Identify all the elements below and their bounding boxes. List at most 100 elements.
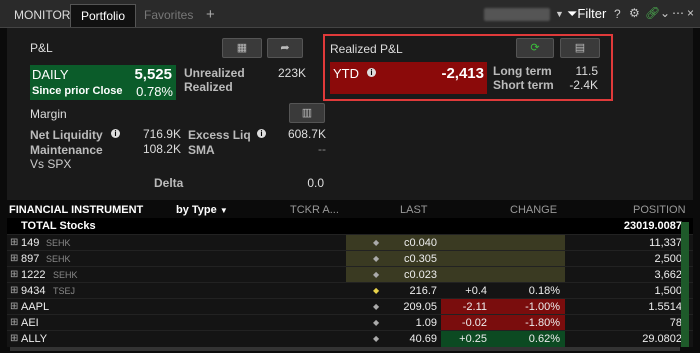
more-icon[interactable]: ⋯ (672, 6, 684, 20)
total-label: TOTAL Stocks (21, 220, 96, 232)
sma-label: SMA (188, 143, 215, 157)
account-selector[interactable] (484, 8, 550, 21)
last-price: 209.05 (403, 301, 437, 313)
maintenance-value: 108.2K (142, 142, 181, 156)
margin-details-icon[interactable]: ▥ (289, 103, 325, 123)
close-icon[interactable]: × (687, 6, 694, 20)
instrument-name: ALLY (21, 333, 48, 345)
ytd-label: YTD (333, 66, 359, 81)
export-icon[interactable]: ➦ (267, 38, 303, 58)
change-value: +0.25 (459, 333, 487, 345)
table-row[interactable]: ⊞ 149 SEHK ◆ c0.040 11,337 (7, 234, 693, 251)
expand-icon[interactable]: ⊞ (10, 267, 18, 283)
change-value: +0.4 (465, 285, 487, 297)
exchange-label: SEHK (53, 270, 78, 280)
calculator-icon[interactable]: ▤ (560, 38, 600, 58)
position-value: 11,337 (649, 237, 682, 249)
column-position[interactable]: POSITION (633, 204, 686, 218)
column-financial-instrument[interactable]: FINANCIAL INSTRUMENT (9, 204, 143, 218)
pnl-title: P&L (30, 41, 53, 55)
daily-label: DAILY (32, 67, 69, 82)
change-value (425, 235, 487, 251)
column-tckr[interactable]: TCKR A... (290, 204, 339, 218)
link-icon[interactable]: 🔗︎ (645, 6, 660, 20)
instrument-name: AEI (21, 317, 39, 329)
expand-icon[interactable]: ⊞ (10, 315, 18, 331)
by-type-dropdown[interactable]: by Type ▼ (176, 204, 228, 218)
since-prior-close-label: Since prior Close (32, 85, 123, 97)
expand-icon[interactable]: ⊞ (10, 235, 18, 251)
filter-label: Filter (577, 6, 607, 21)
tab-portfolio[interactable]: Portfolio (70, 4, 137, 27)
refresh-icon[interactable]: ⟳ (516, 38, 554, 58)
excess-liq-value: 608.7K (287, 127, 326, 141)
last-price: c0.040 (403, 237, 437, 249)
ytd-value: -2,413 (441, 65, 484, 82)
change-value (425, 267, 487, 283)
change-value: -0.02 (461, 317, 487, 329)
chevron-down-icon[interactable]: ▼ (555, 9, 564, 19)
position-value: 29.0802 (642, 333, 682, 345)
expand-icon[interactable]: ⊞ (10, 299, 18, 315)
tab-monitor[interactable]: MONITOR (4, 4, 80, 26)
total-row[interactable]: TOTAL Stocks 23019.0087 (7, 218, 693, 234)
tab-favorites[interactable]: Favorites (134, 4, 203, 26)
instrument-name: 149 (21, 237, 40, 249)
margin-title: Margin (30, 107, 67, 121)
delta-value: 0.0 (307, 176, 324, 190)
short-term-label: Short term (493, 78, 554, 92)
long-term-value: 11.5 (575, 64, 598, 78)
since-prior-close-value: 0.78% (136, 84, 173, 99)
by-type-label: by Type (176, 204, 217, 216)
help-button[interactable]: ? (614, 7, 621, 21)
total-position: 23019.0087 (623, 220, 682, 232)
position-value: 78 (669, 317, 682, 329)
filter-button[interactable]: ⏷Filter (567, 6, 606, 22)
table-row[interactable]: ⊞ AAPL ◆ 209.05 -2.11 -1.00% 1.5514 (7, 298, 693, 315)
table-row[interactable]: ⊞ 9434 TSEJ ◆ 216.7 +0.4 0.18% 1,500 (7, 282, 693, 299)
position-value: 2,500 (654, 253, 682, 265)
position-value: 1,500 (654, 285, 682, 297)
table-row[interactable]: ⊞ 897 SEHK ◆ c0.305 2,500 (7, 250, 693, 267)
add-tab-button[interactable]: + (206, 6, 215, 23)
vertical-scrollbar[interactable] (681, 222, 689, 347)
sma-value: -- (318, 142, 326, 156)
info-icon[interactable]: i (257, 129, 266, 138)
chevron-down-icon[interactable]: ⌄ (660, 6, 670, 20)
expand-icon[interactable]: ⊞ (10, 331, 18, 347)
daily-value: 5,525 (134, 66, 172, 83)
last-price: 216.7 (409, 285, 437, 297)
info-icon[interactable]: i (111, 129, 120, 138)
last-price: c0.305 (403, 253, 437, 265)
change-value: -2.11 (462, 301, 487, 313)
info-icon[interactable]: i (367, 68, 376, 77)
instrument-name: AAPL (21, 301, 50, 313)
table-row[interactable]: ⊞ AEI ◆ 1.09 -0.02 -1.80% 78 (7, 314, 693, 331)
realized-pnl-title: Realized P&L (330, 42, 403, 56)
delta-label: Delta (154, 176, 184, 190)
horizontal-scrollbar[interactable] (10, 347, 680, 351)
instrument-name: 9434 (21, 285, 46, 297)
expand-icon[interactable]: ⊞ (10, 251, 18, 267)
exchange-label: SEHK (46, 238, 71, 248)
column-last[interactable]: LAST (400, 204, 428, 218)
unrealized-value: 223K (277, 66, 306, 80)
short-term-value: -2.4K (569, 78, 598, 92)
realized-label: Realized (184, 80, 233, 94)
filter-icon: ⏷ (567, 6, 578, 21)
instrument-name: 1222 (21, 269, 46, 281)
instrument-name: 897 (21, 253, 40, 265)
unrealized-label: Unrealized (184, 66, 245, 80)
gear-icon[interactable]: ⚙ (629, 6, 640, 20)
chart-icon[interactable]: ▦ (222, 38, 262, 58)
maintenance-label: Maintenance (30, 143, 103, 157)
column-change[interactable]: CHANGE (510, 204, 557, 218)
last-price: c0.023 (403, 269, 437, 281)
excess-liq-label: Excess Liq (188, 128, 251, 142)
expand-icon[interactable]: ⊞ (10, 283, 18, 299)
position-value: 1.5514 (648, 301, 682, 313)
table-row[interactable]: ⊞ ALLY ◆ 40.69 +0.25 0.62% 29.0802 (7, 330, 693, 347)
position-value: 3,662 (654, 269, 682, 281)
chevron-down-icon: ▼ (219, 206, 228, 215)
table-row[interactable]: ⊞ 1222 SEHK ◆ c0.023 3,662 (7, 266, 693, 283)
